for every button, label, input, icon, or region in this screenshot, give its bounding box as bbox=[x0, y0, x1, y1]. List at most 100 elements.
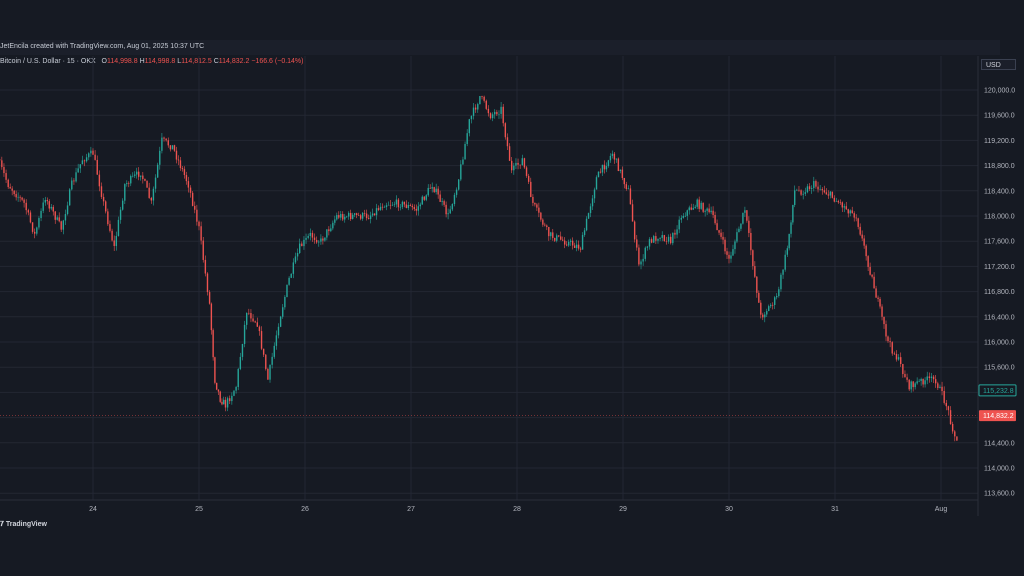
candle-body bbox=[282, 307, 284, 317]
price-badges: 115,232.8 114,832.2 bbox=[978, 384, 1017, 422]
candle-body bbox=[489, 113, 492, 119]
candle-body bbox=[352, 214, 354, 219]
candle-body bbox=[750, 232, 752, 251]
candle-body bbox=[564, 240, 566, 245]
candle-body bbox=[367, 218, 370, 219]
candle-body bbox=[847, 209, 849, 214]
candle-body bbox=[407, 204, 410, 209]
candle-body bbox=[365, 213, 368, 219]
candle-body bbox=[27, 210, 30, 213]
candle-body bbox=[303, 239, 305, 247]
candle-body bbox=[804, 192, 807, 194]
candle-body bbox=[802, 193, 804, 195]
candle-body bbox=[389, 204, 392, 206]
price-chart[interactable]: 120,000.0 119,600.0 119,200.0 118,800.0 118,… bbox=[0, 0, 1024, 576]
candle-body bbox=[682, 216, 684, 218]
candle-body bbox=[290, 273, 292, 278]
candle-body bbox=[605, 166, 608, 170]
x-tick-label: 29 bbox=[619, 506, 627, 513]
candle-body bbox=[173, 145, 176, 151]
candle-body bbox=[167, 140, 169, 146]
candle-body bbox=[676, 229, 678, 235]
price-axis[interactable]: 120,000.0 119,600.0 119,200.0 118,800.0 118,… bbox=[984, 88, 1015, 498]
candle-body bbox=[11, 188, 13, 191]
candle-body bbox=[760, 302, 762, 315]
candle-body bbox=[449, 209, 451, 214]
candle-body bbox=[519, 164, 521, 166]
candle-body bbox=[309, 232, 311, 236]
candle-body bbox=[935, 379, 937, 384]
candle-body bbox=[920, 378, 922, 381]
candle-body bbox=[712, 210, 714, 215]
candle-body bbox=[169, 145, 172, 150]
candle-body bbox=[273, 345, 275, 357]
candle-body bbox=[171, 145, 174, 150]
candle-body bbox=[161, 137, 163, 151]
candle-body bbox=[772, 304, 774, 306]
chart-frame: JetEncila created with TradingView.com, … bbox=[0, 0, 1024, 576]
candle-body bbox=[233, 390, 235, 396]
candle-body bbox=[299, 243, 301, 254]
candle-body bbox=[949, 410, 952, 424]
candle-body bbox=[491, 114, 494, 119]
candle-body bbox=[926, 376, 928, 381]
candle-body bbox=[409, 204, 412, 206]
candle-body bbox=[621, 169, 624, 179]
candle-body bbox=[66, 205, 69, 215]
candle-body bbox=[52, 206, 54, 212]
footer-bar bbox=[0, 516, 1024, 536]
candle-body bbox=[593, 189, 596, 199]
candle-body bbox=[716, 223, 718, 231]
candle-body bbox=[562, 239, 564, 241]
candle-body bbox=[206, 273, 209, 293]
candle-body bbox=[36, 227, 38, 234]
candle-body bbox=[62, 220, 65, 230]
candle-body bbox=[790, 222, 792, 234]
candle-body bbox=[292, 262, 295, 274]
candle-body bbox=[359, 215, 362, 219]
candle-body bbox=[198, 221, 200, 227]
candle-body bbox=[704, 210, 706, 212]
candle-body bbox=[458, 179, 460, 190]
candle-body bbox=[730, 255, 732, 259]
candle-body bbox=[79, 164, 81, 169]
candle-body bbox=[819, 189, 821, 190]
candle-body bbox=[324, 237, 326, 241]
candle-body bbox=[60, 221, 62, 230]
candle-body bbox=[150, 197, 152, 201]
tradingview-logo[interactable]: 𝟕 TradingView bbox=[0, 521, 47, 529]
candle-body bbox=[947, 406, 950, 411]
candle-body bbox=[397, 199, 400, 208]
candle-body bbox=[267, 368, 269, 380]
candle-body bbox=[279, 316, 282, 327]
candle-body bbox=[451, 203, 454, 210]
candle-body bbox=[40, 210, 42, 219]
x-tick-label: 31 bbox=[831, 506, 839, 513]
candle-body bbox=[387, 204, 390, 206]
candle-body bbox=[421, 196, 423, 205]
candle-body bbox=[700, 202, 702, 209]
candle-body bbox=[373, 213, 376, 216]
candle-body bbox=[895, 353, 898, 360]
candle-body bbox=[134, 174, 136, 176]
candle-body bbox=[764, 314, 766, 318]
candle-body bbox=[674, 232, 676, 235]
price-badge-label: 115,232.8 bbox=[983, 388, 1014, 395]
time-axis[interactable]: 24 25 26 27 28 29 30 31 Aug bbox=[89, 506, 947, 513]
candle-body bbox=[943, 390, 945, 403]
candle-body bbox=[423, 196, 425, 200]
candle-body bbox=[748, 220, 750, 233]
candle-body bbox=[810, 188, 813, 189]
candle-body bbox=[627, 188, 629, 190]
candle-body bbox=[657, 238, 659, 241]
candle-body bbox=[269, 364, 271, 380]
candle-body bbox=[148, 187, 150, 198]
candle-body bbox=[375, 208, 378, 216]
candle-body bbox=[589, 206, 592, 214]
candle-body bbox=[194, 205, 196, 210]
candles bbox=[0, 95, 958, 442]
candle-body bbox=[338, 215, 340, 218]
candle-body bbox=[511, 160, 513, 171]
candle-body bbox=[914, 383, 916, 388]
candle-body bbox=[429, 187, 431, 189]
